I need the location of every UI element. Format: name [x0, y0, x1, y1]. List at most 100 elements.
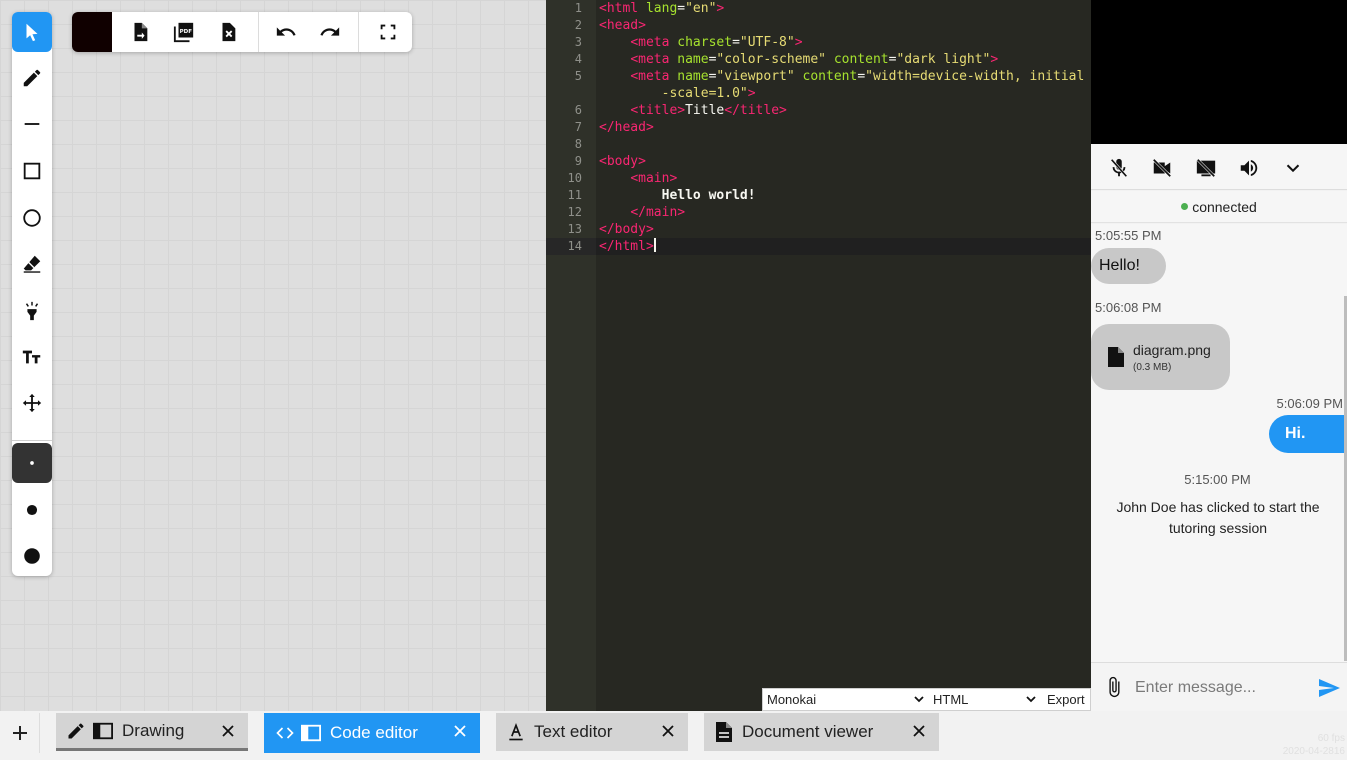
text-size-icon	[22, 350, 41, 364]
paperclip-icon[interactable]	[1103, 676, 1125, 698]
line-tool-button[interactable]	[12, 104, 52, 144]
move-arrows-icon	[22, 393, 42, 413]
tab-text-editor-icons	[506, 722, 526, 742]
line-number: 11	[567, 188, 582, 202]
code-line: </body>	[599, 222, 654, 237]
text-tool-button[interactable]	[12, 337, 52, 377]
tab-code-editor-label: Code editor	[330, 723, 418, 742]
close-tab-button[interactable]	[452, 723, 468, 739]
fullscreen-icon	[380, 24, 396, 40]
chevron-down-icon	[914, 696, 924, 703]
tab-document-viewer[interactable]: Document viewer	[704, 713, 939, 751]
large-dot-icon	[24, 548, 40, 564]
text-format-icon	[509, 723, 523, 741]
close-tab-button[interactable]	[660, 723, 676, 739]
code-content[interactable]: <html lang="en"> <head> <meta charset="U…	[596, 0, 1091, 711]
build-date: 2020-04-2816	[1282, 746, 1345, 757]
drawing-tool-rail	[12, 12, 52, 576]
undo-icon	[276, 27, 296, 36]
drawing-top-toolbar: PDF	[72, 12, 412, 52]
color-picker-swatch[interactable]	[72, 12, 112, 52]
chat-message-bubble: Hello!	[1091, 248, 1166, 284]
volume-button[interactable]	[1236, 155, 1262, 181]
theme-select-value: Monokai	[767, 692, 817, 707]
message-input[interactable]	[1135, 675, 1305, 701]
line-number: 3	[574, 35, 582, 49]
connection-status-text: connected	[1192, 198, 1257, 215]
fullscreen-button[interactable]	[366, 12, 410, 52]
tab-document-viewer-label: Document viewer	[742, 722, 874, 741]
plus-icon	[12, 726, 27, 740]
more-options-button[interactable]	[1280, 155, 1306, 181]
select-tool-button[interactable]	[12, 12, 52, 52]
fps-counter: 60 fps	[1317, 733, 1345, 744]
highlighter-tool-button[interactable]	[12, 291, 52, 331]
mic-off-icon	[1110, 158, 1128, 178]
message-timestamp: 5:06:08 PM	[1095, 300, 1162, 315]
code-editor[interactable]: 1 2 3 4 5 6 7 8 9 10 11 12 13 14 <html l…	[546, 0, 1091, 711]
file-size: (0.3 MB)	[1133, 361, 1172, 373]
tab-text-editor[interactable]: Text editor	[496, 713, 688, 751]
pencil-icon	[68, 722, 84, 738]
system-message: John Doe has clicked to start the tutori…	[1116, 499, 1320, 536]
brush-size-large-button[interactable]	[12, 536, 52, 576]
file-attachment-message[interactable]: diagram.png (0.3 MB)	[1091, 324, 1230, 390]
code-line: <meta charset="UTF-8">	[630, 35, 803, 50]
rectangle-tool-button[interactable]	[12, 151, 52, 191]
close-tab-button[interactable]	[220, 723, 236, 739]
add-tab-button[interactable]	[0, 713, 40, 753]
chat-messages[interactable]: 5:05:55 PM Hello! 5:06:08 PM diagram.png…	[1091, 224, 1347, 662]
language-select-value: HTML	[933, 692, 969, 707]
close-icon	[454, 725, 466, 737]
chat-message-bubble-own: Hi.	[1269, 415, 1347, 453]
drawing-canvas[interactable]: PDF	[0, 0, 546, 711]
mute-mic-button[interactable]	[1106, 155, 1132, 181]
close-tab-button[interactable]	[911, 723, 927, 739]
send-icon[interactable]	[1317, 676, 1341, 700]
close-icon	[222, 725, 234, 737]
pdf-icon: PDF	[173, 22, 194, 43]
move-tool-button[interactable]	[12, 383, 52, 423]
file-icon	[1108, 347, 1124, 367]
camera-off-icon	[1152, 158, 1172, 178]
cursor-arrow-icon	[26, 23, 38, 42]
chevron-down-icon	[1026, 696, 1036, 703]
tool-rail-divider	[12, 440, 52, 441]
line-icon	[24, 123, 40, 125]
theme-select[interactable]: Monokai	[763, 689, 929, 710]
code-line: <main>	[630, 171, 678, 186]
code-line: Hello world!	[661, 188, 756, 203]
export-pdf-button[interactable]: PDF	[162, 12, 206, 52]
circle-tool-button[interactable]	[12, 198, 52, 238]
code-line: </html>	[599, 238, 656, 254]
line-number: 10	[567, 171, 582, 185]
message-timestamp: 5:15:00 PM	[1184, 472, 1251, 487]
svg-text:PDF: PDF	[180, 29, 193, 35]
volume-icon	[1240, 159, 1258, 177]
circle-icon	[23, 209, 41, 227]
export-button[interactable]: Export	[1041, 692, 1085, 707]
brush-size-medium-button[interactable]	[12, 490, 52, 530]
line-number: 1	[574, 1, 582, 15]
small-dot-icon	[30, 461, 34, 465]
code-line: </main>	[630, 205, 686, 220]
camera-toggle-button[interactable]	[1149, 155, 1175, 181]
tab-drawing-label: Drawing	[122, 720, 185, 740]
undo-button[interactable]	[264, 12, 308, 52]
pencil-icon	[23, 69, 41, 87]
code-line: <html lang="en">	[599, 1, 725, 16]
language-select[interactable]: HTML	[929, 689, 1041, 710]
close-icon	[913, 725, 925, 737]
redo-button[interactable]	[308, 12, 352, 52]
tab-document-viewer-icons	[714, 721, 734, 743]
screen-share-button[interactable]	[1193, 155, 1219, 181]
tab-code-editor-icons	[274, 723, 322, 743]
tab-drawing[interactable]: Drawing	[56, 713, 248, 751]
brush-size-small-button[interactable]	[12, 443, 52, 483]
tab-code-editor[interactable]: Code editor	[264, 713, 480, 753]
clear-canvas-button[interactable]	[206, 12, 250, 52]
pen-tool-button[interactable]	[12, 58, 52, 98]
import-image-button[interactable]	[118, 12, 162, 52]
eraser-tool-button[interactable]	[12, 244, 52, 284]
text-cursor	[653, 238, 656, 252]
